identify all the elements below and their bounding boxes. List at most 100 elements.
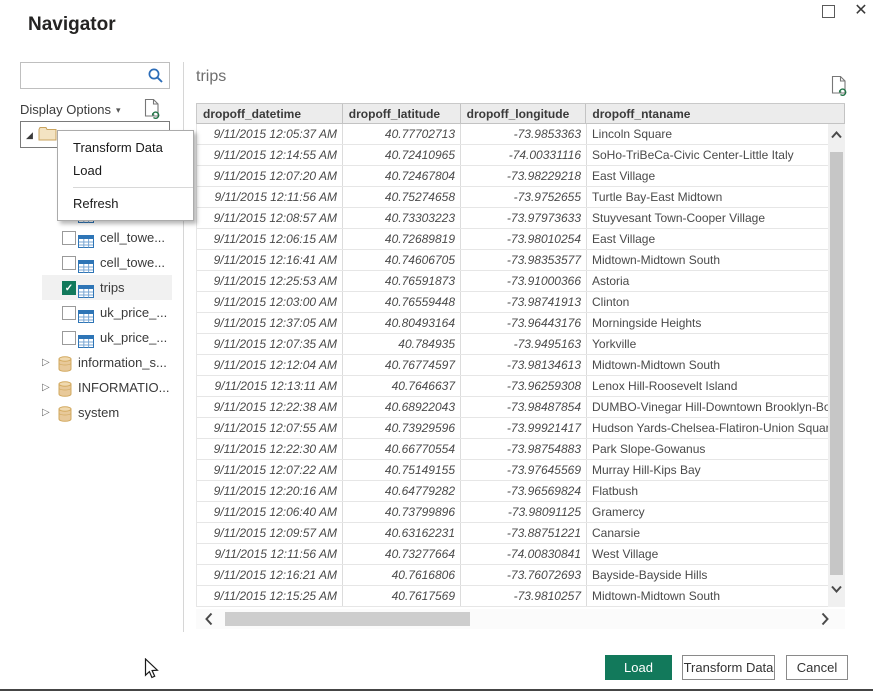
cell-dropoff_datetime: 9/11/2015 12:37:05 AM <box>197 313 343 333</box>
cell-dropoff_longitude: -73.98487854 <box>461 397 587 417</box>
expand-triangle-icon[interactable]: ▷ <box>42 375 50 400</box>
cell-dropoff_datetime: 9/11/2015 12:07:55 AM <box>197 418 343 438</box>
cell-dropoff_longitude: -73.98754883 <box>461 439 587 459</box>
cell-dropoff_datetime: 9/11/2015 12:08:57 AM <box>197 208 343 228</box>
cell-dropoff_ntaname: Hudson Yards-Chelsea-Flatiron-Union Squa… <box>587 418 829 438</box>
cell-dropoff_longitude: -74.00830841 <box>461 544 587 564</box>
table-row: 9/11/2015 12:11:56 AM40.75274658-73.9752… <box>197 187 845 208</box>
cell-dropoff_latitude: 40.72467804 <box>343 166 461 186</box>
checkbox-checked[interactable]: ✓ <box>62 281 76 295</box>
table-row: 9/11/2015 12:14:55 AM40.72410965-74.0033… <box>197 145 845 166</box>
cell-dropoff_ntaname: Clinton <box>587 292 829 312</box>
cell-dropoff_datetime: 9/11/2015 12:16:21 AM <box>197 565 343 585</box>
tree-item-uk-price[interactable]: uk_price_... <box>20 300 172 325</box>
cell-dropoff_ntaname: Midtown-Midtown South <box>587 250 829 270</box>
cell-dropoff_longitude: -73.76072693 <box>461 565 587 585</box>
maximize-icon[interactable] <box>822 5 835 18</box>
mouse-cursor <box>144 658 159 680</box>
horizontal-scrollbar-thumb[interactable] <box>225 612 470 626</box>
cell-dropoff_latitude: 40.73303223 <box>343 208 461 228</box>
checkbox-unchecked[interactable] <box>62 231 76 245</box>
scroll-down-icon[interactable] <box>830 584 843 594</box>
expand-triangle-icon[interactable]: ▷ <box>42 350 50 375</box>
cell-dropoff_datetime: 9/11/2015 12:16:41 AM <box>197 250 343 270</box>
table-row: 9/11/2015 12:22:38 AM40.68922043-73.9848… <box>197 397 845 418</box>
scroll-up-icon[interactable] <box>830 130 843 140</box>
transform-data-button[interactable]: Transform Data <box>682 655 775 680</box>
scroll-left-icon[interactable] <box>204 611 214 627</box>
cell-dropoff_latitude: 40.76591873 <box>343 271 461 291</box>
scroll-right-icon[interactable] <box>820 611 830 627</box>
tree-item-label: system <box>78 400 119 425</box>
cell-dropoff_latitude: 40.73929596 <box>343 418 461 438</box>
tree-item-informatio[interactable]: ▷ INFORMATIO... <box>20 375 172 400</box>
tree-item-cell-towe[interactable]: cell_towe... <box>20 250 172 275</box>
cell-dropoff_ntaname: DUMBO-Vinegar Hill-Downtown Brooklyn-Boe… <box>587 397 829 417</box>
chevron-down-icon: ▾ <box>116 105 121 115</box>
display-options-label: Display Options <box>20 102 111 117</box>
cell-dropoff_longitude: -73.9853363 <box>461 124 587 144</box>
vertical-scrollbar-thumb[interactable] <box>830 152 843 575</box>
tree-item-label: INFORMATIO... <box>78 375 169 400</box>
cell-dropoff_datetime: 9/11/2015 12:09:57 AM <box>197 523 343 543</box>
display-options-dropdown[interactable]: Display Options ▾ <box>20 102 121 117</box>
cell-dropoff_datetime: 9/11/2015 12:05:37 AM <box>197 124 343 144</box>
cell-dropoff_latitude: 40.75274658 <box>343 187 461 207</box>
vertical-scrollbar[interactable] <box>828 124 845 607</box>
tree-item-label: cell_towe... <box>100 250 165 275</box>
refresh-table-icon[interactable] <box>829 75 849 103</box>
horizontal-scrollbar[interactable] <box>196 609 845 629</box>
menu-item-transform-data[interactable]: Transform Data <box>58 136 193 159</box>
cell-dropoff_ntaname: Murray Hill-Kips Bay <box>587 460 829 480</box>
context-menu: Transform DataLoad Refresh <box>57 130 194 221</box>
close-icon[interactable]: ✕ <box>851 0 871 22</box>
table-row: 9/11/2015 12:25:53 AM40.76591873-73.9100… <box>197 271 845 292</box>
cell-dropoff_longitude: -73.96443176 <box>461 313 587 333</box>
checkbox-unchecked[interactable] <box>62 256 76 270</box>
cell-dropoff_ntaname: Gramercy <box>587 502 829 522</box>
cell-dropoff_datetime: 9/11/2015 12:20:16 AM <box>197 481 343 501</box>
tree-item-system[interactable]: ▷ system <box>20 400 172 425</box>
table-row: 9/11/2015 12:06:40 AM40.73799896-73.9809… <box>197 502 845 523</box>
expanded-triangle-icon[interactable]: ◢ <box>26 130 33 141</box>
cell-dropoff_latitude: 40.63162231 <box>343 523 461 543</box>
expand-triangle-icon[interactable]: ▷ <box>42 400 50 425</box>
tree-item-cell-towe[interactable]: cell_towe... <box>20 225 172 250</box>
cell-dropoff_longitude: -73.98091125 <box>461 502 587 522</box>
cell-dropoff_longitude: -73.98741913 <box>461 292 587 312</box>
table-row: 9/11/2015 12:15:25 AM40.7617569-73.98102… <box>197 586 845 607</box>
cell-dropoff_ntaname: Park Slope-Gowanus <box>587 439 829 459</box>
tree-item-label: trips <box>100 275 125 300</box>
cell-dropoff_datetime: 9/11/2015 12:07:35 AM <box>197 334 343 354</box>
cell-dropoff_latitude: 40.77702713 <box>343 124 461 144</box>
tree-item-trips[interactable]: ✓ trips <box>20 275 172 300</box>
cell-dropoff_datetime: 9/11/2015 12:22:30 AM <box>197 439 343 459</box>
menu-item-load[interactable]: Load <box>58 159 193 182</box>
tree-item-label: cell_towe... <box>100 225 165 250</box>
dialog-title: Navigator <box>28 14 116 36</box>
navigator-dialog: Navigator ✕ Display Options ▾ ◢ cell_towe… <box>0 0 873 691</box>
search-icon <box>147 67 164 84</box>
cell-dropoff_datetime: 9/11/2015 12:15:25 AM <box>197 586 343 606</box>
tree-item-information-s[interactable]: ▷information_s... <box>20 350 172 375</box>
cell-dropoff_longitude: -73.97973633 <box>461 208 587 228</box>
cell-dropoff_longitude: -73.97645569 <box>461 460 587 480</box>
table-row: 9/11/2015 12:20:16 AM40.64779282-73.9656… <box>197 481 845 502</box>
cell-dropoff_longitude: -73.99921417 <box>461 418 587 438</box>
menu-item-refresh[interactable]: Refresh <box>58 192 193 215</box>
cell-dropoff_ntaname: Yorkville <box>587 334 829 354</box>
checkbox-unchecked[interactable] <box>62 331 76 345</box>
tree-item-label: uk_price_... <box>100 300 167 325</box>
cell-dropoff_ntaname: SoHo-TriBeCa-Civic Center-Little Italy <box>587 145 829 165</box>
table-header-row: dropoff_datetimedropoff_latitudedropoff_… <box>196 103 845 124</box>
cell-dropoff_ntaname: Lincoln Square <box>587 124 829 144</box>
cell-dropoff_longitude: -73.98134613 <box>461 355 587 375</box>
checkbox-unchecked[interactable] <box>62 306 76 320</box>
cell-dropoff_ntaname: Midtown-Midtown South <box>587 355 829 375</box>
cell-dropoff_latitude: 40.72410965 <box>343 145 461 165</box>
cancel-button[interactable]: Cancel <box>786 655 848 680</box>
table-row: 9/11/2015 12:07:55 AM40.73929596-73.9992… <box>197 418 845 439</box>
load-button[interactable]: Load <box>605 655 672 680</box>
tree-item-uk-price[interactable]: uk_price_... <box>20 325 172 350</box>
cell-dropoff_ntaname: Canarsie <box>587 523 829 543</box>
